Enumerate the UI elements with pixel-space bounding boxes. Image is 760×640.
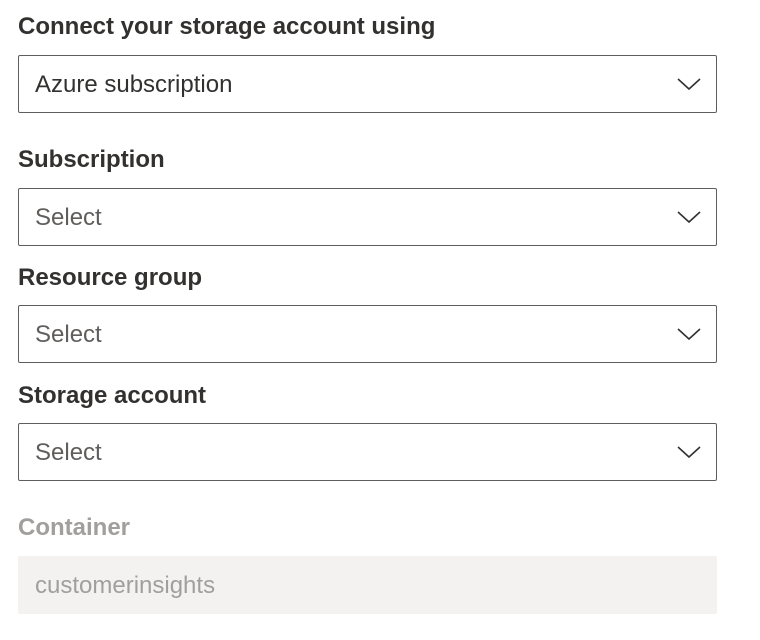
container-value: customerinsights	[35, 572, 216, 599]
storage-account-placeholder: Select	[35, 439, 102, 466]
subscription-label: Subscription	[18, 146, 165, 173]
container-field: customerinsights	[18, 556, 717, 614]
chevron-down-icon	[677, 78, 701, 91]
chevron-down-icon	[677, 211, 701, 224]
storage-account-label: Storage account	[18, 382, 207, 409]
container-label: Container	[18, 514, 131, 541]
resource-group-placeholder: Select	[35, 321, 102, 348]
resource-group-label: Resource group	[18, 264, 203, 291]
chevron-down-icon	[677, 446, 701, 459]
chevron-down-icon	[677, 328, 701, 341]
subscription-placeholder: Select	[35, 204, 102, 231]
connect-using-selected-value: Azure subscription	[35, 71, 233, 98]
storage-account-dropdown[interactable]: Select	[18, 423, 717, 481]
connect-using-dropdown[interactable]: Azure subscription	[18, 55, 717, 113]
subscription-dropdown[interactable]: Select	[18, 188, 717, 246]
resource-group-dropdown[interactable]: Select	[18, 305, 717, 363]
connect-using-label: Connect your storage account using	[18, 13, 436, 40]
